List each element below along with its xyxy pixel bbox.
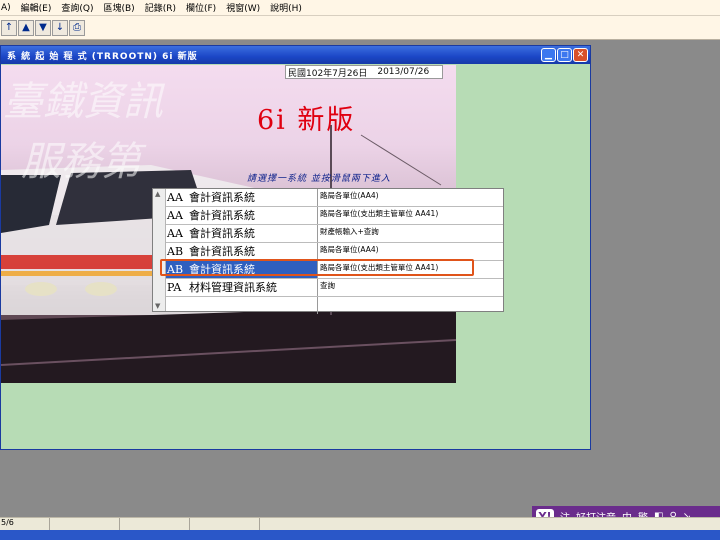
system-name: 會計資訊系統 <box>189 209 255 222</box>
system-row[interactable]: PA 材料管理資訊系統 查詢 <box>166 279 503 297</box>
version-title: 6i 新版 <box>257 105 356 136</box>
system-code: AB <box>167 245 184 258</box>
system-row[interactable]: AA 會計資訊系統 路局各單位(支出類主管單位 AA41) <box>166 207 503 225</box>
status-cell <box>50 518 120 530</box>
menu-item-action[interactable]: A) <box>1 3 11 13</box>
system-detail: 路局各單位(AA4) <box>320 245 379 254</box>
maximize-button[interactable]: □ <box>557 48 572 62</box>
window-titlebar[interactable]: 系 統 起 始 程 式 (TRROOTN) 6i 新版 <box>1 46 590 64</box>
system-row[interactable]: AA 會計資訊系統 財產帳輸入+查詢 <box>166 225 503 243</box>
system-name: 會計資訊系統 <box>189 191 255 204</box>
date-roc: 民國102年7月26日 <box>288 68 368 79</box>
system-code: AA <box>167 227 183 240</box>
system-code: AA <box>167 191 183 204</box>
menu-bar: A) 編輯(E) 查詢(Q) 區塊(B) 記錄(R) 欄位(F) 視窗(W) 說… <box>0 0 720 16</box>
status-cell <box>120 518 190 530</box>
system-detail: 路局各單位(AA4) <box>320 191 379 200</box>
system-name: 材料管理資訊系統 <box>189 281 277 294</box>
menu-item-window[interactable]: 視窗(W) <box>226 1 260 14</box>
menu-item-query[interactable]: 查詢(Q) <box>61 1 93 14</box>
date-display: 民國102年7月26日 2013/07/26 <box>285 65 443 79</box>
system-row-empty[interactable] <box>166 297 503 315</box>
list-scrollbar[interactable]: ▲ ▼ <box>153 189 166 311</box>
minimize-button[interactable]: ▁ <box>541 48 556 62</box>
system-name: 會計資訊系統 <box>189 245 255 258</box>
status-bar: 5/6 <box>0 517 720 530</box>
scroll-up-icon[interactable]: ▲ <box>155 190 160 198</box>
up-arrow-icon[interactable]: ↑ <box>1 19 17 36</box>
triangle-up-icon[interactable]: ▲ <box>18 19 34 36</box>
watermark-title: 臺鐵資訊 <box>3 79 163 125</box>
status-cell <box>190 518 260 530</box>
date-iso: 2013/07/26 <box>377 67 430 77</box>
selection-prompt: 請選擇一系統 並按滑鼠兩下進入 <box>247 174 391 184</box>
menu-item-edit[interactable]: 編輯(E) <box>21 1 52 14</box>
printer-icon[interactable]: ⎙ <box>69 19 85 36</box>
system-detail: 財產帳輸入+查詢 <box>320 227 379 236</box>
system-detail: 路局各單位(支出類主管單位 AA41) <box>320 209 439 218</box>
scroll-down-icon[interactable]: ▼ <box>155 302 160 310</box>
window-title: 系 統 起 始 程 式 (TRROOTN) 6i 新版 <box>7 51 198 62</box>
toolbar: ↑ ▲ ▼ ↓ ⎙ <box>0 16 720 40</box>
system-name: 會計資訊系統 <box>189 227 255 240</box>
down-arrow-icon[interactable]: ↓ <box>52 19 68 36</box>
triangle-down-icon[interactable]: ▼ <box>35 19 51 36</box>
selection-highlight-box <box>160 259 474 276</box>
menu-item-block[interactable]: 區塊(B) <box>104 1 135 14</box>
menu-item-record[interactable]: 記錄(R) <box>145 1 176 14</box>
record-counter: 5/6 <box>0 518 50 530</box>
close-button[interactable]: ✕ <box>573 48 588 62</box>
system-detail: 查詢 <box>320 281 335 290</box>
system-row[interactable]: AA 會計資訊系統 路局各單位(AA4) <box>166 189 503 207</box>
menu-item-help[interactable]: 說明(H) <box>270 1 302 14</box>
system-code: AA <box>167 209 183 222</box>
system-code: PA <box>167 281 182 294</box>
menu-item-field[interactable]: 欄位(F) <box>186 1 216 14</box>
taskbar <box>0 530 720 540</box>
system-detail <box>318 297 503 314</box>
watermark-subtitle: 服務第 <box>21 139 141 185</box>
system-list: ▲ ▼ AA 會計資訊系統 路局各單位(AA4) AA 會計資訊系統 路局各單位(支… <box>152 188 504 315</box>
